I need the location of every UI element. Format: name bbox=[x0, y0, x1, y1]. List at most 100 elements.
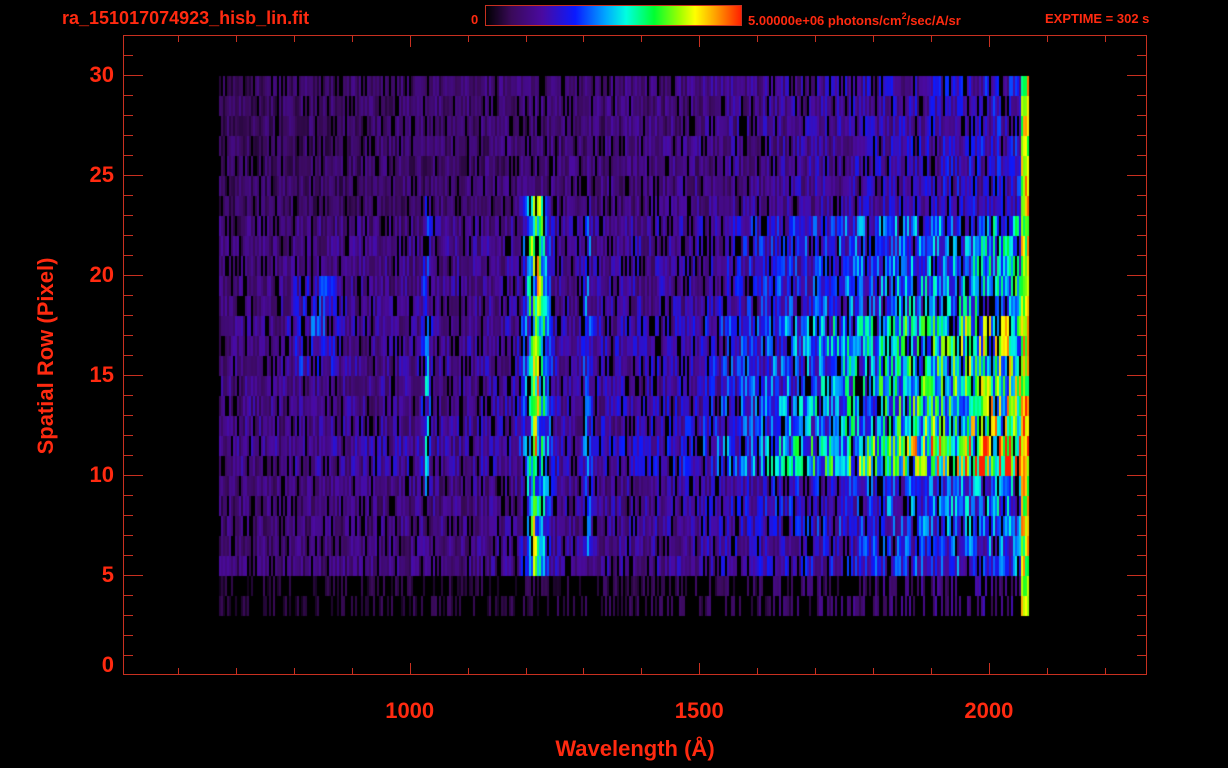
x-minor-tick bbox=[583, 668, 584, 675]
y-major-tick-right bbox=[1127, 275, 1147, 276]
y-minor-tick-right bbox=[1137, 435, 1147, 436]
y-major-tick-right bbox=[1127, 475, 1147, 476]
x-minor-tick-top bbox=[931, 35, 932, 42]
x-minor-tick bbox=[873, 668, 874, 675]
y-minor-tick-right bbox=[1137, 595, 1147, 596]
y-minor-tick-right bbox=[1137, 215, 1147, 216]
x-minor-tick bbox=[757, 668, 758, 675]
colorbar-min-label: 0 bbox=[471, 12, 479, 27]
y-minor-tick-right bbox=[1137, 415, 1147, 416]
colorbar bbox=[485, 5, 742, 26]
y-minor-tick bbox=[123, 95, 133, 96]
y-minor-tick bbox=[123, 115, 133, 116]
x-minor-tick bbox=[236, 668, 237, 675]
y-minor-tick bbox=[123, 555, 133, 556]
x-minor-tick-top bbox=[352, 35, 353, 42]
y-minor-tick-right bbox=[1137, 655, 1147, 656]
y-minor-tick-right bbox=[1137, 535, 1147, 536]
x-minor-tick-top bbox=[873, 35, 874, 42]
y-minor-tick-right bbox=[1137, 195, 1147, 196]
y-minor-tick bbox=[123, 655, 133, 656]
y-minor-tick bbox=[123, 615, 133, 616]
x-minor-tick-top bbox=[236, 35, 237, 42]
y-minor-tick bbox=[123, 135, 133, 136]
y-minor-tick-right bbox=[1137, 115, 1147, 116]
x-minor-tick-top bbox=[526, 35, 527, 42]
y-minor-tick bbox=[123, 195, 133, 196]
x-minor-tick bbox=[526, 668, 527, 675]
y-minor-tick-right bbox=[1137, 95, 1147, 96]
x-axis-label: Wavelength (Å) bbox=[555, 736, 715, 761]
y-major-tick bbox=[123, 375, 143, 376]
y-minor-tick bbox=[123, 315, 133, 316]
y-minor-tick-right bbox=[1137, 235, 1147, 236]
y-minor-tick-right bbox=[1137, 355, 1147, 356]
y-minor-tick bbox=[123, 595, 133, 596]
y-major-tick bbox=[123, 475, 143, 476]
x-minor-tick-top bbox=[815, 35, 816, 42]
y-minor-tick bbox=[123, 535, 133, 536]
colorbar-max-value: 5.00000e+06 photons/cm bbox=[748, 13, 902, 28]
colorbar-max-label: 5.00000e+06 photons/cm2/sec/A/sr bbox=[748, 11, 961, 28]
y-tick-label: 20 bbox=[89, 262, 114, 287]
y-minor-tick bbox=[123, 295, 133, 296]
y-minor-tick bbox=[123, 235, 133, 236]
y-minor-tick bbox=[123, 155, 133, 156]
y-major-tick bbox=[123, 175, 143, 176]
x-minor-tick bbox=[815, 668, 816, 675]
y-minor-tick-right bbox=[1137, 315, 1147, 316]
y-tick-label: 15 bbox=[89, 362, 114, 387]
y-minor-tick-right bbox=[1137, 335, 1147, 336]
x-tick-label: 1500 bbox=[674, 698, 724, 723]
x-tick-label: 1000 bbox=[385, 698, 435, 723]
y-minor-tick bbox=[123, 515, 133, 516]
x-minor-tick bbox=[1047, 668, 1048, 675]
y-minor-tick-right bbox=[1137, 55, 1147, 56]
x-minor-tick bbox=[931, 668, 932, 675]
x-minor-tick bbox=[641, 668, 642, 675]
x-minor-tick-top bbox=[1105, 35, 1106, 42]
x-minor-tick bbox=[294, 668, 295, 675]
y-major-tick bbox=[123, 575, 143, 576]
x-minor-tick-top bbox=[757, 35, 758, 42]
x-minor-tick-top bbox=[583, 35, 584, 42]
x-minor-tick-top bbox=[178, 35, 179, 42]
y-minor-tick bbox=[123, 255, 133, 256]
y-tick-label: 25 bbox=[89, 162, 114, 187]
y-minor-tick bbox=[123, 395, 133, 396]
y-minor-tick-right bbox=[1137, 395, 1147, 396]
y-minor-tick-right bbox=[1137, 255, 1147, 256]
y-major-tick-right bbox=[1127, 175, 1147, 176]
x-minor-tick bbox=[468, 668, 469, 675]
x-minor-tick-top bbox=[1047, 35, 1048, 42]
y-major-tick-right bbox=[1127, 375, 1147, 376]
y-minor-tick bbox=[123, 55, 133, 56]
y-minor-tick-right bbox=[1137, 155, 1147, 156]
x-minor-tick-top bbox=[468, 35, 469, 42]
x-minor-tick bbox=[352, 668, 353, 675]
y-minor-tick-right bbox=[1137, 295, 1147, 296]
y-tick-label: 5 bbox=[101, 562, 114, 587]
y-minor-tick bbox=[123, 495, 133, 496]
spectral-image-heatmap bbox=[124, 36, 1148, 676]
y-minor-tick-right bbox=[1137, 555, 1147, 556]
y-axis-label: Spatial Row (Pixel) bbox=[33, 257, 58, 455]
y-minor-tick bbox=[123, 455, 133, 456]
x-minor-tick bbox=[1105, 668, 1106, 675]
y-minor-tick-right bbox=[1137, 515, 1147, 516]
y-minor-tick-right bbox=[1137, 495, 1147, 496]
x-major-tick-top bbox=[699, 35, 700, 47]
y-major-tick bbox=[123, 75, 143, 76]
y-minor-tick bbox=[123, 335, 133, 336]
x-major-tick-top bbox=[410, 35, 411, 47]
exposure-time: EXPTIME = 302 s bbox=[1045, 11, 1150, 26]
x-major-tick bbox=[699, 663, 700, 675]
x-major-tick-top bbox=[989, 35, 990, 47]
y-minor-tick-right bbox=[1137, 615, 1147, 616]
y-minor-tick bbox=[123, 415, 133, 416]
file-title: ra_151017074923_hisb_lin.fit bbox=[62, 8, 310, 28]
y-minor-tick bbox=[123, 435, 133, 436]
y-minor-tick bbox=[123, 635, 133, 636]
y-minor-tick bbox=[123, 355, 133, 356]
y-tick-label: 0 bbox=[101, 652, 114, 677]
